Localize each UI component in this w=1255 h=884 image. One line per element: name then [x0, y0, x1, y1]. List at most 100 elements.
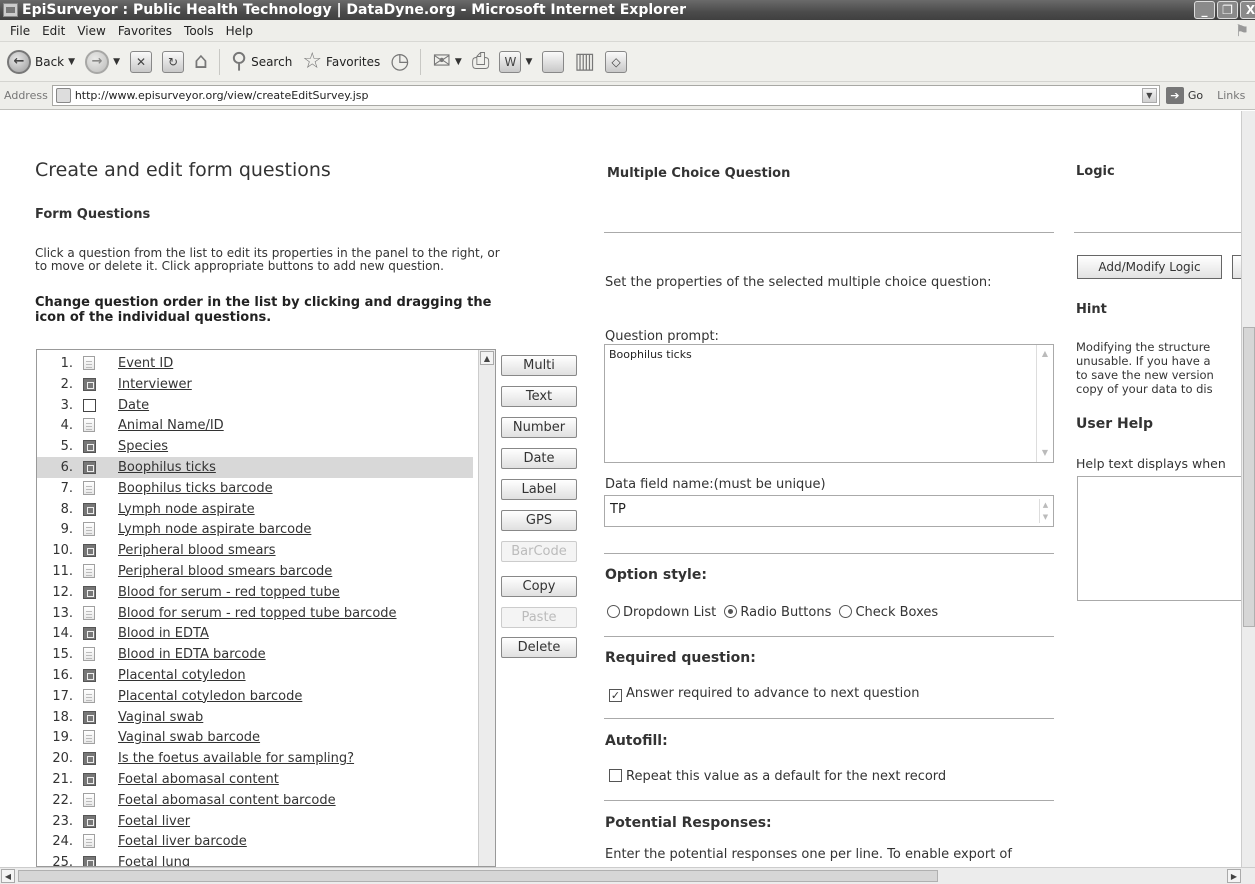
question-row[interactable]: 8. Lymph node aspirate: [37, 499, 473, 520]
question-list-scrollbar[interactable]: ▲: [478, 350, 495, 866]
question-label[interactable]: Foetal liver: [118, 814, 190, 829]
question-label[interactable]: Boophilus ticks: [118, 460, 216, 475]
question-label[interactable]: Foetal lung: [118, 855, 190, 866]
multiple-choice-icon[interactable]: [83, 814, 96, 828]
page-vertical-scrollbar[interactable]: [1241, 111, 1255, 867]
question-row[interactable]: 6. Boophilus ticks: [37, 457, 473, 478]
question-row[interactable]: 13. Blood for serum - red topped tube bar…: [37, 603, 473, 624]
question-row[interactable]: 18. Vaginal swab: [37, 707, 473, 728]
question-prompt-textarea[interactable]: Boophilus ticks ▲ ▼: [604, 344, 1054, 463]
question-row[interactable]: 11. Peripheral blood smears barcode: [37, 561, 473, 582]
add-modify-logic-button[interactable]: Add/Modify Logic: [1077, 255, 1222, 279]
multiple-choice-icon[interactable]: [83, 752, 96, 766]
question-row[interactable]: 20. Is the foetus available for sampling?: [37, 748, 473, 769]
number-button[interactable]: Number: [501, 417, 577, 438]
multiple-choice-icon[interactable]: [83, 461, 96, 474]
text-question-icon[interactable]: [83, 356, 95, 370]
page-horizontal-scrollbar[interactable]: ◀ ▶: [0, 867, 1255, 884]
required-option[interactable]: ✓ Answer required to advance to next ques…: [609, 686, 919, 702]
scroll-down-icon[interactable]: ▼: [1038, 446, 1052, 460]
multi-button[interactable]: Multi: [501, 355, 577, 376]
option-check-boxes[interactable]: Check Boxes: [839, 605, 938, 620]
option-dropdown-list[interactable]: Dropdown List: [607, 605, 716, 620]
question-label[interactable]: Blood in EDTA barcode: [118, 647, 266, 662]
question-row[interactable]: 23. Foetal liver: [37, 811, 473, 832]
question-row[interactable]: 15. Blood in EDTA barcode: [37, 644, 473, 665]
question-label[interactable]: Date: [118, 398, 149, 413]
text-question-icon[interactable]: [83, 730, 95, 745]
multiple-choice-icon[interactable]: [83, 502, 96, 516]
question-row[interactable]: 4. Animal Name/ID: [37, 415, 473, 436]
question-label[interactable]: Species: [118, 439, 168, 454]
horizontal-scroll-thumb[interactable]: [18, 870, 938, 882]
field-name-input[interactable]: TP ▲ ▼: [604, 495, 1054, 527]
text-question-icon[interactable]: [83, 522, 95, 537]
multiple-choice-icon[interactable]: [83, 856, 96, 866]
multiple-choice-icon[interactable]: [83, 585, 96, 599]
multiple-choice-icon[interactable]: [83, 710, 96, 724]
question-label[interactable]: Placental cotyledon barcode: [118, 689, 302, 704]
scroll-up-icon[interactable]: ▲: [480, 351, 494, 365]
question-row[interactable]: 24. Foetal liver barcode: [37, 831, 473, 852]
question-row[interactable]: 25. Foetal lung: [37, 852, 473, 866]
question-label[interactable]: Lymph node aspirate: [118, 502, 255, 517]
question-label[interactable]: Boophilus ticks barcode: [118, 481, 273, 496]
question-row[interactable]: 10. Peripheral blood smears: [37, 540, 473, 561]
question-row[interactable]: 21. Foetal abomasal content: [37, 769, 473, 790]
question-label[interactable]: Vaginal swab barcode: [118, 730, 260, 745]
autofill-option[interactable]: Repeat this value as a default for the n…: [609, 769, 946, 784]
scroll-left-icon[interactable]: ◀: [1, 869, 15, 883]
text-question-icon[interactable]: [83, 480, 95, 495]
text-question-icon[interactable]: [83, 688, 95, 703]
question-label[interactable]: Blood in EDTA: [118, 626, 209, 641]
text-question-icon[interactable]: [83, 792, 95, 807]
question-label[interactable]: Foetal abomasal content barcode: [118, 793, 336, 808]
question-row[interactable]: 3. Date: [37, 395, 473, 416]
text-question-icon[interactable]: [83, 564, 95, 578]
text-question-icon[interactable]: [83, 418, 95, 433]
page-scroll-thumb[interactable]: [1243, 327, 1255, 627]
text-button[interactable]: Text: [501, 386, 577, 407]
question-row[interactable]: 2. Interviewer: [37, 374, 473, 395]
required-checkbox[interactable]: ✓: [609, 689, 622, 702]
question-row[interactable]: 7. Boophilus ticks barcode: [37, 478, 473, 499]
multiple-choice-icon[interactable]: [83, 627, 96, 641]
multiple-choice-icon[interactable]: [83, 773, 96, 786]
question-label[interactable]: Event ID: [118, 356, 173, 371]
question-label[interactable]: Animal Name/ID: [118, 418, 224, 433]
radio-dropdown-list[interactable]: [607, 605, 620, 618]
question-label[interactable]: Foetal liver barcode: [118, 834, 247, 849]
multiple-choice-icon[interactable]: [83, 440, 96, 454]
question-label[interactable]: Placental cotyledon: [118, 668, 246, 683]
multiple-choice-icon[interactable]: [83, 377, 96, 391]
field-spinner-icon[interactable]: ▲ ▼: [1039, 499, 1051, 523]
question-row[interactable]: 12. Blood for serum - red topped tube: [37, 582, 473, 603]
question-row[interactable]: 19. Vaginal swab barcode: [37, 727, 473, 748]
question-label[interactable]: Is the foetus available for sampling?: [118, 751, 354, 766]
gps-button[interactable]: GPS: [501, 510, 577, 531]
question-label[interactable]: Peripheral blood smears: [118, 543, 276, 558]
question-label[interactable]: Blood for serum - red topped tube barcod…: [118, 606, 397, 621]
help-textarea[interactable]: [1077, 476, 1255, 601]
autofill-checkbox[interactable]: [609, 769, 622, 782]
copy-button[interactable]: Copy: [501, 576, 577, 597]
text-question-icon[interactable]: [83, 834, 95, 849]
question-row[interactable]: 17. Placental cotyledon barcode: [37, 686, 473, 707]
multiple-choice-icon[interactable]: [83, 544, 96, 558]
question-label[interactable]: Lymph node aspirate barcode: [118, 522, 311, 537]
question-row[interactable]: 14. Blood in EDTA: [37, 623, 473, 644]
radio-check-boxes[interactable]: [839, 605, 853, 618]
question-label[interactable]: Foetal abomasal content: [118, 772, 279, 787]
question-list[interactable]: 1. Event ID 2. Interviewer 3. Date 4. Animal Na…: [36, 349, 496, 867]
label-button[interactable]: Label: [501, 479, 577, 500]
question-row[interactable]: 5. Species: [37, 436, 473, 457]
scroll-right-icon[interactable]: ▶: [1227, 869, 1241, 883]
prompt-scrollbar[interactable]: ▲ ▼: [1036, 345, 1053, 462]
question-row[interactable]: 1. Event ID: [37, 353, 473, 374]
question-row[interactable]: 9. Lymph node aspirate barcode: [37, 519, 473, 540]
date-button[interactable]: Date: [501, 448, 577, 469]
question-row[interactable]: 16. Placental cotyledon: [37, 665, 473, 686]
scroll-up-icon[interactable]: ▲: [1038, 347, 1052, 361]
radio-radio-buttons[interactable]: [724, 605, 738, 618]
delete-button[interactable]: Delete: [501, 637, 577, 658]
